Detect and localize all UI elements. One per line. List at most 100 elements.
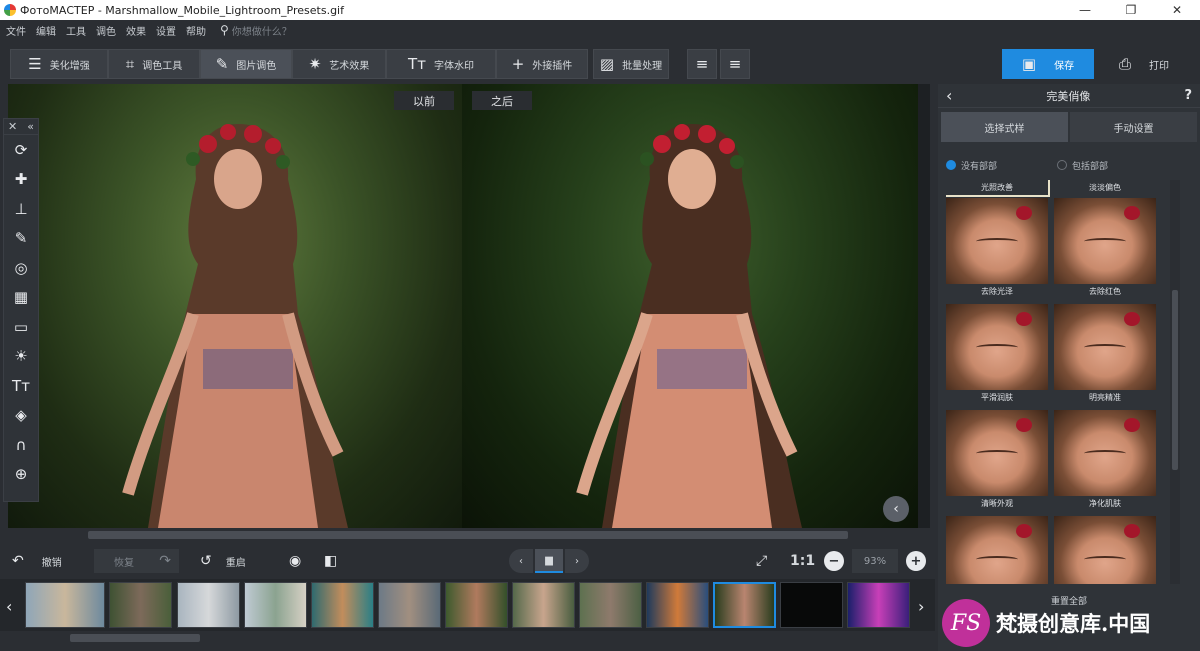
menu-edit[interactable]: 编辑 <box>36 23 56 38</box>
help-icon[interactable]: ? <box>1184 88 1192 103</box>
scrollbar-thumb[interactable] <box>1172 290 1178 470</box>
menu-effects[interactable]: 效果 <box>126 23 146 38</box>
text-icon[interactable]: Tт <box>4 371 38 401</box>
compare-button[interactable]: ◧ <box>324 549 337 573</box>
close-button[interactable]: ✕ <box>1154 0 1200 20</box>
filmstrip-thumbnail[interactable] <box>512 582 575 628</box>
light-icon[interactable]: ☀ <box>4 342 38 372</box>
healing-icon[interactable]: ✚ <box>4 165 38 195</box>
image-viewer[interactable]: 以前 之后 ‹ <box>8 84 930 528</box>
filmstrip: ‹ › <box>0 579 935 631</box>
tab-manual-settings[interactable]: 手动设置 <box>1070 112 1197 142</box>
globe-icon[interactable]: ⊕ <box>4 460 38 490</box>
preset-tile[interactable]: 去除光泽 <box>946 198 1048 299</box>
watermark-text: 梵摄创意库.中国 <box>996 611 1151 636</box>
tab-art-effects[interactable]: ✷ 艺术效果 <box>292 49 386 79</box>
crop-rotate-icon[interactable]: ⟳ <box>4 135 38 165</box>
zoom-out-button[interactable]: − <box>824 549 844 573</box>
filmstrip-thumbnail[interactable] <box>445 582 508 628</box>
preset-thumbnail <box>946 304 1048 390</box>
preset-info-button[interactable]: ≡ <box>720 49 750 79</box>
right-panel: ‹ 完美俏像 ? 选择式样 手动设置 没有部部 包括部部 光照改善 淡淡偏色 去… <box>938 84 1200 651</box>
preset-tile[interactable]: 淡淡偏色 <box>1054 180 1156 195</box>
filmstrip-thumbnail[interactable] <box>646 582 709 628</box>
magnet-icon[interactable]: ∩ <box>4 430 38 460</box>
preview-toggle-button[interactable]: ◉ <box>289 549 301 573</box>
filmstrip-thumbnail[interactable] <box>847 582 910 628</box>
preset-caption: 净化肌肤 <box>1054 496 1156 511</box>
scrollbar-thumb[interactable] <box>88 531 848 539</box>
menu-color[interactable]: 调色 <box>96 23 116 38</box>
filmstrip-thumbnail[interactable] <box>244 582 307 628</box>
tab-enhance[interactable]: ☰ 美化增强 <box>10 49 108 79</box>
sliders-icon: ☰ <box>28 55 42 73</box>
preset-tile[interactable]: 光照改善 <box>946 180 1050 197</box>
vignette-icon[interactable]: ▭ <box>4 312 38 342</box>
actual-size-button[interactable]: 1:1 <box>790 549 815 573</box>
filmstrip-thumbnail[interactable] <box>579 582 642 628</box>
tab-label: 外接插件 <box>532 60 573 72</box>
minimize-button[interactable]: — <box>1062 0 1108 20</box>
preset-tile[interactable]: 明亮精准 <box>1054 304 1156 405</box>
brush-icon[interactable]: ✎ <box>4 224 38 254</box>
scrollbar-thumb[interactable] <box>70 634 200 642</box>
tab-text-watermark[interactable]: Tт 字体水印 <box>386 49 496 79</box>
add-preset-button[interactable]: ≡ <box>687 49 717 79</box>
window-title: ФотоМАСТЕР - Marshmallow_Mobile_Lightroo… <box>20 3 344 17</box>
tab-choose-style[interactable]: 选择式样 <box>941 112 1068 142</box>
preset-tile[interactable]: 平滑润肤 <box>946 304 1048 405</box>
close-icon[interactable]: ✕ <box>8 120 17 133</box>
prev-image-button[interactable]: ‹ <box>509 549 533 573</box>
clone-stamp-icon[interactable]: ⊥ <box>4 194 38 224</box>
viewer-scrollbar[interactable] <box>8 529 930 541</box>
sliders-add-icon: ≡ <box>695 55 709 73</box>
redo-button[interactable]: 恢复 ↷ <box>94 549 179 573</box>
filmstrip-thumbnail[interactable] <box>177 582 240 628</box>
filmstrip-next-button[interactable]: › <box>918 597 924 616</box>
open-folder-button[interactable]: ▆ <box>535 549 563 573</box>
maximize-button[interactable]: ❐ <box>1108 0 1154 20</box>
fit-screen-button[interactable]: ⤢ <box>756 549 767 573</box>
filmstrip-scrollbar[interactable] <box>0 631 935 645</box>
preset-tile[interactable] <box>1054 516 1156 584</box>
before-label: 以前 <box>394 91 454 110</box>
undo-button[interactable]: ↶ 撤销 <box>12 549 62 573</box>
preset-scrollbar[interactable] <box>1170 180 1180 584</box>
radio-option-1[interactable]: 没有部部 <box>946 159 997 172</box>
gradient-filter-icon[interactable]: ▦ <box>4 283 38 313</box>
filmstrip-thumbnail[interactable] <box>109 582 172 628</box>
collapse-icon[interactable]: « <box>27 120 34 133</box>
reset-button[interactable]: ↺ 重启 <box>200 549 246 573</box>
filmstrip-prev-button[interactable]: ‹ <box>6 597 12 616</box>
back-icon[interactable]: ‹ <box>946 86 952 105</box>
zoom-value[interactable]: 93% <box>852 549 898 573</box>
filmstrip-thumbnail[interactable] <box>25 582 105 628</box>
filmstrip-thumbnail-selected[interactable] <box>713 582 776 628</box>
collapse-panel-button[interactable]: ‹ <box>883 496 909 522</box>
save-button[interactable]: ▣ 保存 <box>1002 49 1094 79</box>
tab-color-tools[interactable]: ⌗ 调色工具 <box>108 49 200 79</box>
left-panel-header: ✕ « <box>4 119 38 135</box>
menu-file[interactable]: 文件 <box>6 23 26 38</box>
preset-tile[interactable]: 清晰外观 <box>946 410 1048 511</box>
print-button[interactable]: ⎙ 打印 <box>1098 49 1190 79</box>
filmstrip-thumbnail[interactable] <box>780 582 843 628</box>
preset-tile[interactable]: 去除红色 <box>1054 198 1156 299</box>
zoom-in-button[interactable]: + <box>906 549 926 573</box>
search-box[interactable]: ⚲ 你想做什么？ <box>220 23 292 38</box>
radial-filter-icon[interactable]: ◎ <box>4 253 38 283</box>
tab-plugins[interactable]: + 外接插件 <box>496 49 588 79</box>
tab-batch[interactable]: ▨ 批量处理 <box>593 49 669 79</box>
menu-help[interactable]: 帮助 <box>186 23 206 38</box>
next-image-button[interactable]: › <box>565 549 589 573</box>
preset-tile[interactable] <box>946 516 1048 584</box>
filmstrip-thumbnail[interactable] <box>378 582 441 628</box>
fill-icon[interactable]: ◈ <box>4 401 38 431</box>
tab-photo-color[interactable]: ✎ 图片调色 <box>200 49 292 79</box>
preset-tile[interactable]: 净化肌肤 <box>1054 410 1156 511</box>
menu-settings[interactable]: 设置 <box>156 23 176 38</box>
radio-option-2[interactable]: 包括部部 <box>1057 159 1108 172</box>
filmstrip-thumbnail[interactable] <box>311 582 374 628</box>
radio-label: 包括部部 <box>1072 161 1109 172</box>
menu-tools[interactable]: 工具 <box>66 23 86 38</box>
